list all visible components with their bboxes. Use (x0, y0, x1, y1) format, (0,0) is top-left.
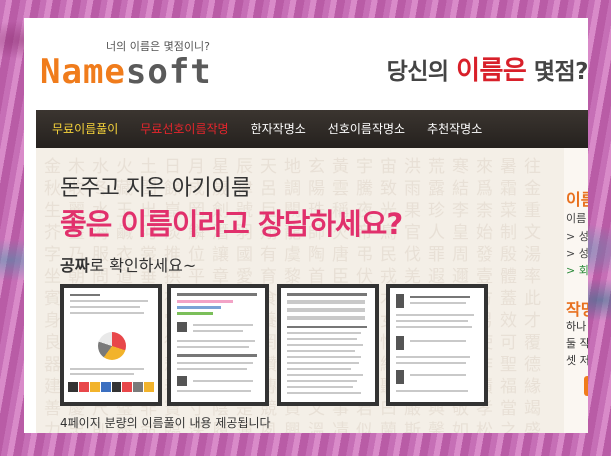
sidebar-line-2: 둘 작 (566, 337, 588, 350)
page-panel: 너의 이름은 몇점이니? Namesoft 당신의 이름은 몇점? 무료이름풀이… (24, 18, 588, 433)
sidebar-line-3: 셋 저 (566, 354, 588, 367)
report-preview-content (64, 288, 158, 402)
report-preview-page-3[interactable] (277, 284, 379, 406)
main-nav: 무료이름풀이 무료선호이름작명 한자작명소 선호이름작명소 추천작명소 (36, 110, 588, 148)
nav-item-free-preferred-naming[interactable]: 무료선호이름작명 (129, 110, 239, 148)
right-sidebar: 이름 이름 > 성명 > 성명 > 회원 작명 하나 둘 작 셋 저 (564, 148, 588, 433)
nav-item-recommended-naming[interactable]: 추천작명소 (416, 110, 493, 148)
logo-wordmark: Namesoft (40, 52, 212, 92)
nav-item-hanja-naming[interactable]: 한자작명소 (240, 110, 317, 148)
report-preview-page-2[interactable] (167, 284, 269, 406)
element-bars (68, 382, 154, 392)
sidebar-subtitle: 이름 (566, 212, 587, 225)
nav-item-free-name-reading[interactable]: 무료이름풀이 (36, 110, 129, 148)
preview-caption: 4페이지 분량의 이름풀이 내용 제공됩니다 (60, 416, 271, 430)
nav-item-preferred-naming[interactable]: 선호이름작명소 (317, 110, 416, 148)
sidebar-link-1[interactable]: > 성명 (566, 228, 588, 244)
headline-free-rest: 로 확인하세요~ (89, 256, 197, 275)
slogan-pre: 당신의 (386, 59, 457, 85)
slogan-post: 몇점? (526, 59, 588, 85)
score-pie-icon (98, 332, 126, 360)
sidebar-title-naming: 작명 (566, 300, 588, 319)
logo-soft: soft (125, 52, 212, 92)
report-preview-content (390, 288, 484, 402)
sidebar-link-3[interactable]: > 회원 (566, 262, 588, 278)
report-preview-page-1[interactable] (60, 284, 162, 406)
report-preview-page-4[interactable] (386, 284, 488, 406)
headline-free-word: 공짜 (60, 256, 90, 275)
hero-content: 金木水火土日月星辰天地玄黃宇宙洪荒寒來暑往秋收冬藏閏餘成歲律呂調陽雲騰致雨露結爲… (36, 148, 588, 433)
namesoft-logo[interactable]: 너의 이름은 몇점이니? Namesoft (40, 38, 240, 108)
sidebar-action-button[interactable] (584, 376, 588, 396)
sidebar-title-name: 이름 (566, 190, 588, 209)
sidebar-link-2[interactable]: > 성명 (566, 245, 588, 261)
headline-question: 돈주고 지은 아기이름 (60, 176, 251, 201)
slogan-accent: 이름은 (456, 56, 527, 86)
header-slogan: 당신의 이름은 몇점? (387, 50, 588, 87)
headline-emphasis: 좋은 이름이라고 장담하세요? (60, 207, 403, 241)
report-preview-content (171, 288, 265, 402)
headline-free-check: 공짜로 확인하세요~ (60, 252, 196, 276)
report-preview-content (281, 288, 375, 402)
sidebar-line-1: 하나 (566, 320, 587, 333)
logo-name: Name (40, 52, 126, 92)
